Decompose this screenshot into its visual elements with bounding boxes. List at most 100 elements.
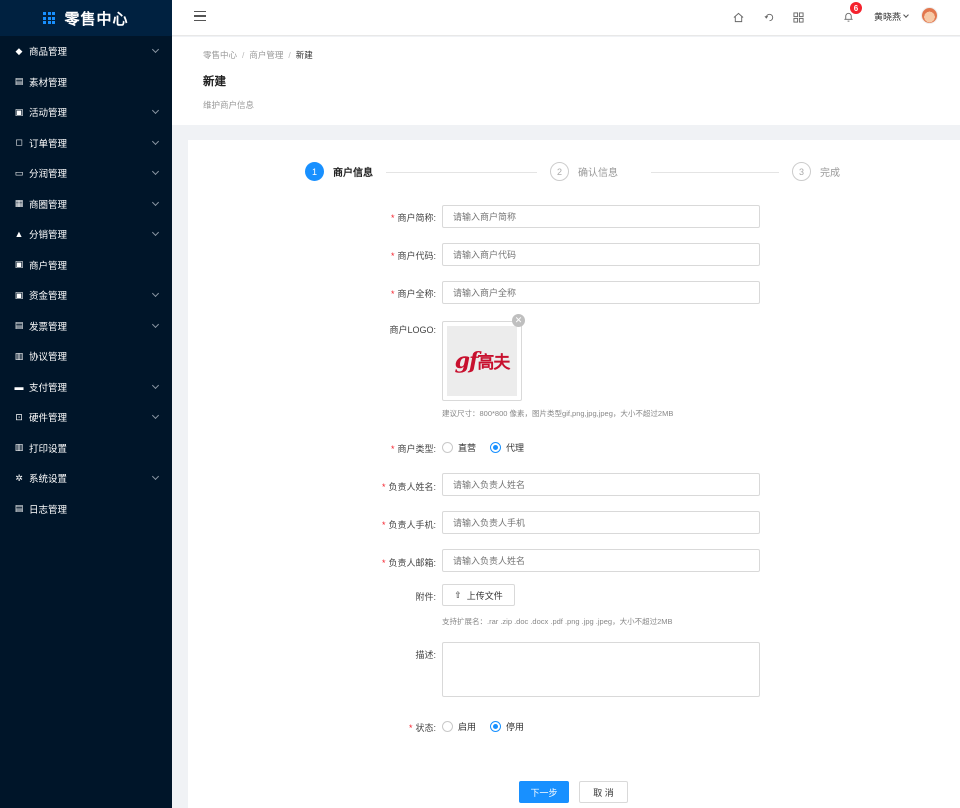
avatar[interactable] bbox=[921, 7, 938, 24]
sidebar-item-6[interactable]: ▦ 商圈管理 bbox=[0, 189, 172, 220]
step-label: 完成 bbox=[820, 168, 840, 179]
sidebar-item-label: 商品管理 bbox=[29, 47, 68, 59]
chevron-down-icon bbox=[151, 472, 160, 481]
step-confirm-info: 2 确认信息 bbox=[550, 162, 618, 181]
full-name-input[interactable] bbox=[442, 281, 760, 304]
logo-upload[interactable]: gf高夫 bbox=[442, 321, 522, 401]
sidebar-item-9[interactable]: ▣ 资金管理 bbox=[0, 280, 172, 311]
chevron-down-icon bbox=[151, 45, 160, 54]
sidebar-item-15[interactable]: ✲ 系统设置 bbox=[0, 463, 172, 494]
next-button[interactable]: 下一步 bbox=[519, 781, 569, 803]
step-connector bbox=[386, 172, 537, 173]
sidebar-item-label: 分销管理 bbox=[29, 230, 68, 242]
credit-card-icon: ▬ bbox=[14, 381, 24, 392]
sidebar-item-7[interactable]: ▲ 分销管理 bbox=[0, 219, 172, 250]
sidebar-item-label: 分润管理 bbox=[29, 169, 68, 181]
chevron-down-icon bbox=[151, 137, 160, 145]
sidebar-item-label: 活动管理 bbox=[29, 108, 68, 120]
sidebar-item-13[interactable]: ⊡ 硬件管理 bbox=[0, 402, 172, 433]
sidebar-item-1[interactable]: ◆ 商品管理 bbox=[0, 36, 172, 67]
user-menu[interactable]: 黄晓燕 bbox=[874, 10, 909, 23]
code-input[interactable] bbox=[442, 243, 760, 266]
sidebar-item-label: 支付管理 bbox=[29, 382, 68, 394]
home-icon: ▲ bbox=[14, 229, 24, 240]
contact-email-input[interactable] bbox=[442, 549, 760, 572]
page-description: 维护商户信息 bbox=[203, 100, 255, 110]
sidebar-item-label: 发票管理 bbox=[29, 321, 68, 333]
attachment-label: 附件: bbox=[415, 592, 436, 602]
breadcrumb: 零售中心 / 商户管理 / 新建 bbox=[203, 50, 313, 60]
sidebar-item-2[interactable]: ▤ 素材管理 bbox=[0, 67, 172, 98]
sidebar-item-label: 打印设置 bbox=[29, 443, 68, 455]
sidebar-item-4[interactable]: ◻ 订单管理 bbox=[0, 128, 172, 159]
status-radio-enabled[interactable]: 启用 bbox=[442, 720, 476, 733]
breadcrumb-item-merchant[interactable]: 商户管理 bbox=[249, 50, 283, 60]
sidebar-item-label: 硬件管理 bbox=[29, 413, 68, 425]
step-number: 3 bbox=[792, 162, 811, 181]
upload-file-button[interactable]: ⇧ 上传文件 bbox=[442, 584, 515, 606]
step-number: 2 bbox=[550, 162, 569, 181]
sidebar-item-5[interactable]: ▭ 分润管理 bbox=[0, 158, 172, 189]
apps-icon[interactable] bbox=[791, 10, 805, 24]
sidebar-item-8[interactable]: ▣ 商户管理 bbox=[0, 250, 172, 281]
sidebar-item-12[interactable]: ▬ 支付管理 bbox=[0, 372, 172, 403]
app-title: 零售中心 bbox=[64, 10, 129, 28]
step-label: 商户信息 bbox=[333, 168, 373, 179]
remove-logo-icon[interactable]: ✕ bbox=[512, 314, 525, 327]
sidebar-item-label: 系统设置 bbox=[29, 474, 68, 486]
step-label: 确认信息 bbox=[578, 168, 618, 179]
attachment-hint: 支持扩展名：.rar .zip .doc .docx .pdf .png .jp… bbox=[442, 617, 673, 626]
chevron-down-icon bbox=[903, 12, 909, 18]
tag-icon: ◆ bbox=[15, 45, 23, 56]
sidebar-item-10[interactable]: ▤ 发票管理 bbox=[0, 311, 172, 342]
short-name-input[interactable] bbox=[442, 205, 760, 228]
refresh-icon[interactable] bbox=[762, 10, 776, 24]
sidebar-item-label: 商圈管理 bbox=[29, 199, 68, 211]
sidebar-item-label: 日志管理 bbox=[29, 504, 68, 516]
contact-name-input[interactable] bbox=[442, 473, 760, 496]
monitor-icon: ▭ bbox=[14, 167, 24, 178]
contact-phone-label: * 负责人手机: bbox=[381, 520, 436, 530]
chevron-down-icon bbox=[151, 411, 160, 420]
app-brand[interactable]: 零售中心 bbox=[0, 0, 172, 36]
upload-icon: ⇧ bbox=[454, 589, 462, 600]
sidebar-item-label: 订单管理 bbox=[29, 138, 68, 150]
top-header: 6 黄晓燕 bbox=[172, 0, 960, 36]
page-title: 新建 bbox=[203, 76, 226, 88]
sidebar-menu: ◆ 商品管理 ▤ 素材管理 ▣ 活动管理 ◻ 订单管理 ▭ 分润管理 ▦ 商圈管理 ▲ 分销管理 ▣ 商户管理… bbox=[0, 36, 172, 524]
menu-fold-icon[interactable] bbox=[194, 11, 206, 22]
breadcrumb-item-home[interactable]: 零售中心 bbox=[203, 50, 237, 60]
logo-image: gf高夫 bbox=[447, 326, 517, 396]
sidebar-item-16[interactable]: ▤ 日志管理 bbox=[0, 494, 172, 525]
invoice-icon: ▤ bbox=[14, 320, 24, 331]
type-radio-agent[interactable]: 代理 bbox=[490, 441, 524, 454]
status-radio-disabled[interactable]: 停用 bbox=[490, 720, 524, 733]
sidebar-item-3[interactable]: ▣ 活动管理 bbox=[0, 97, 172, 128]
type-radio-direct[interactable]: 直营 bbox=[442, 441, 476, 454]
logo-label: 商户LOGO: bbox=[389, 325, 436, 335]
sidebar: 零售中心 ◆ 商品管理 ▤ 素材管理 ▣ 活动管理 ◻ 订单管理 ▭ 分润管理 ▦ 商圈管理 ▲ 分销管理… bbox=[0, 0, 172, 808]
cancel-button[interactable]: 取 消 bbox=[579, 781, 628, 803]
status-radio-group: 启用 停用 bbox=[442, 720, 538, 733]
app-grid-icon bbox=[43, 12, 56, 24]
contact-phone-input[interactable] bbox=[442, 511, 760, 534]
contact-email-label: * 负责人邮箱: bbox=[381, 558, 436, 568]
chevron-down-icon bbox=[151, 228, 160, 237]
chevron-down-icon bbox=[151, 167, 160, 176]
gear-icon: ✲ bbox=[15, 472, 23, 483]
chevron-down-icon bbox=[151, 289, 160, 298]
home-icon[interactable] bbox=[731, 10, 745, 24]
description-textarea[interactable] bbox=[442, 642, 760, 697]
step-number: 1 bbox=[305, 162, 324, 181]
log-icon: ▤ bbox=[14, 503, 24, 514]
calendar-icon: ▣ bbox=[14, 106, 24, 117]
sidebar-item-11[interactable]: ▥ 协议管理 bbox=[0, 341, 172, 372]
logo-hint: 建议尺寸：800*800 像素，图片类型gif,png,jpg,jpeg，大小不… bbox=[442, 409, 674, 418]
chevron-down-icon bbox=[151, 381, 160, 389]
contact-name-label: * 负责人姓名: bbox=[381, 482, 436, 492]
sidebar-item-label: 素材管理 bbox=[29, 77, 68, 89]
full-name-label: * 商户全称: bbox=[390, 289, 436, 299]
apps-icon: ▦ bbox=[14, 198, 24, 209]
short-name-label: * 商户简称: bbox=[390, 213, 436, 223]
sidebar-item-14[interactable]: ▥ 打印设置 bbox=[0, 433, 172, 464]
